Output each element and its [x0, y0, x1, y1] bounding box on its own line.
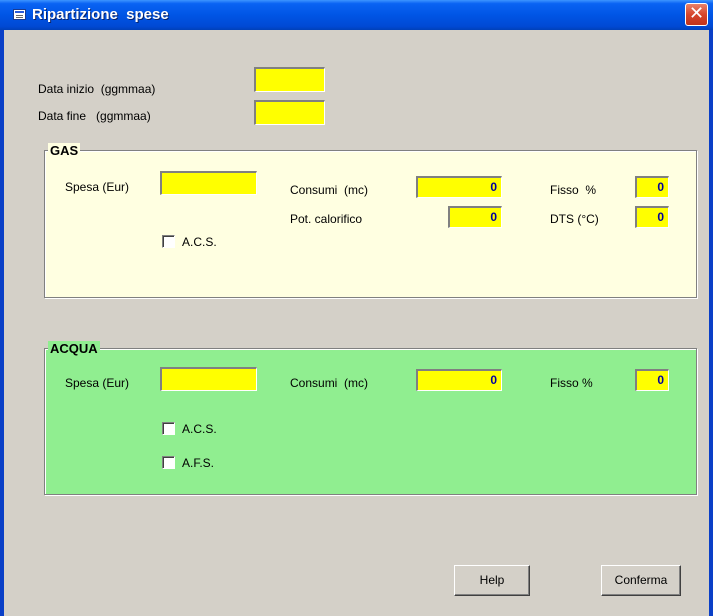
gas-group-title: GAS: [48, 143, 81, 158]
close-button[interactable]: ✕: [685, 3, 708, 26]
gas-consumi-input[interactable]: 0: [416, 176, 502, 198]
gas-spesa-input[interactable]: [160, 171, 257, 195]
window-icon: [13, 9, 26, 20]
confirm-button[interactable]: Conferma: [601, 565, 681, 596]
gas-acs-label: A.C.S.: [182, 235, 217, 249]
acqua-spesa-input[interactable]: [160, 367, 257, 391]
gas-consumi-label: Consumi (mc): [290, 183, 369, 197]
dialog-window: Ripartizione spese ✕ Data inizio (ggmmaa…: [0, 0, 713, 616]
dialog-client-area: Data inizio (ggmmaa) Data fine (ggmmaa) …: [4, 30, 709, 616]
gas-fisso-input[interactable]: 0: [635, 176, 669, 198]
acqua-fisso-input[interactable]: 0: [635, 369, 669, 391]
start-date-input[interactable]: [254, 67, 325, 92]
end-date-input[interactable]: [254, 100, 325, 125]
gas-group: GAS Spesa (Eur) Consumi (mc) 0 Pot. calo…: [44, 143, 697, 298]
acqua-afs-checkbox[interactable]: [162, 456, 175, 469]
close-icon: ✕: [688, 3, 705, 24]
acqua-consumi-label: Consumi (mc): [290, 376, 369, 390]
acqua-group: ACQUA Spesa (Eur) Consumi (mc) 0 Fisso %…: [44, 341, 697, 495]
acqua-acs-checkbox[interactable]: [162, 422, 175, 435]
acqua-spesa-label: Spesa (Eur): [65, 376, 130, 390]
acqua-consumi-input[interactable]: 0: [416, 369, 502, 391]
end-date-label: Data fine (ggmmaa): [38, 109, 151, 123]
gas-dts-label: DTS (°C): [550, 212, 599, 226]
gas-pot-label: Pot. calorifico: [290, 212, 363, 226]
gas-spesa-label: Spesa (Eur): [65, 180, 130, 194]
acqua-group-title: ACQUA: [48, 341, 100, 356]
window-title: Ripartizione spese: [32, 6, 169, 23]
title-bar[interactable]: Ripartizione spese ✕: [0, 0, 713, 30]
gas-acs-checkbox[interactable]: [162, 235, 175, 248]
gas-dts-input[interactable]: 0: [635, 206, 669, 228]
gas-fisso-label: Fisso %: [550, 183, 597, 197]
gas-pot-input[interactable]: 0: [448, 206, 502, 228]
help-button[interactable]: Help: [454, 565, 530, 596]
acqua-afs-label: A.F.S.: [182, 456, 215, 470]
acqua-fisso-label: Fisso %: [550, 376, 593, 390]
start-date-label: Data inizio (ggmmaa): [38, 82, 156, 96]
acqua-acs-label: A.C.S.: [182, 422, 217, 436]
